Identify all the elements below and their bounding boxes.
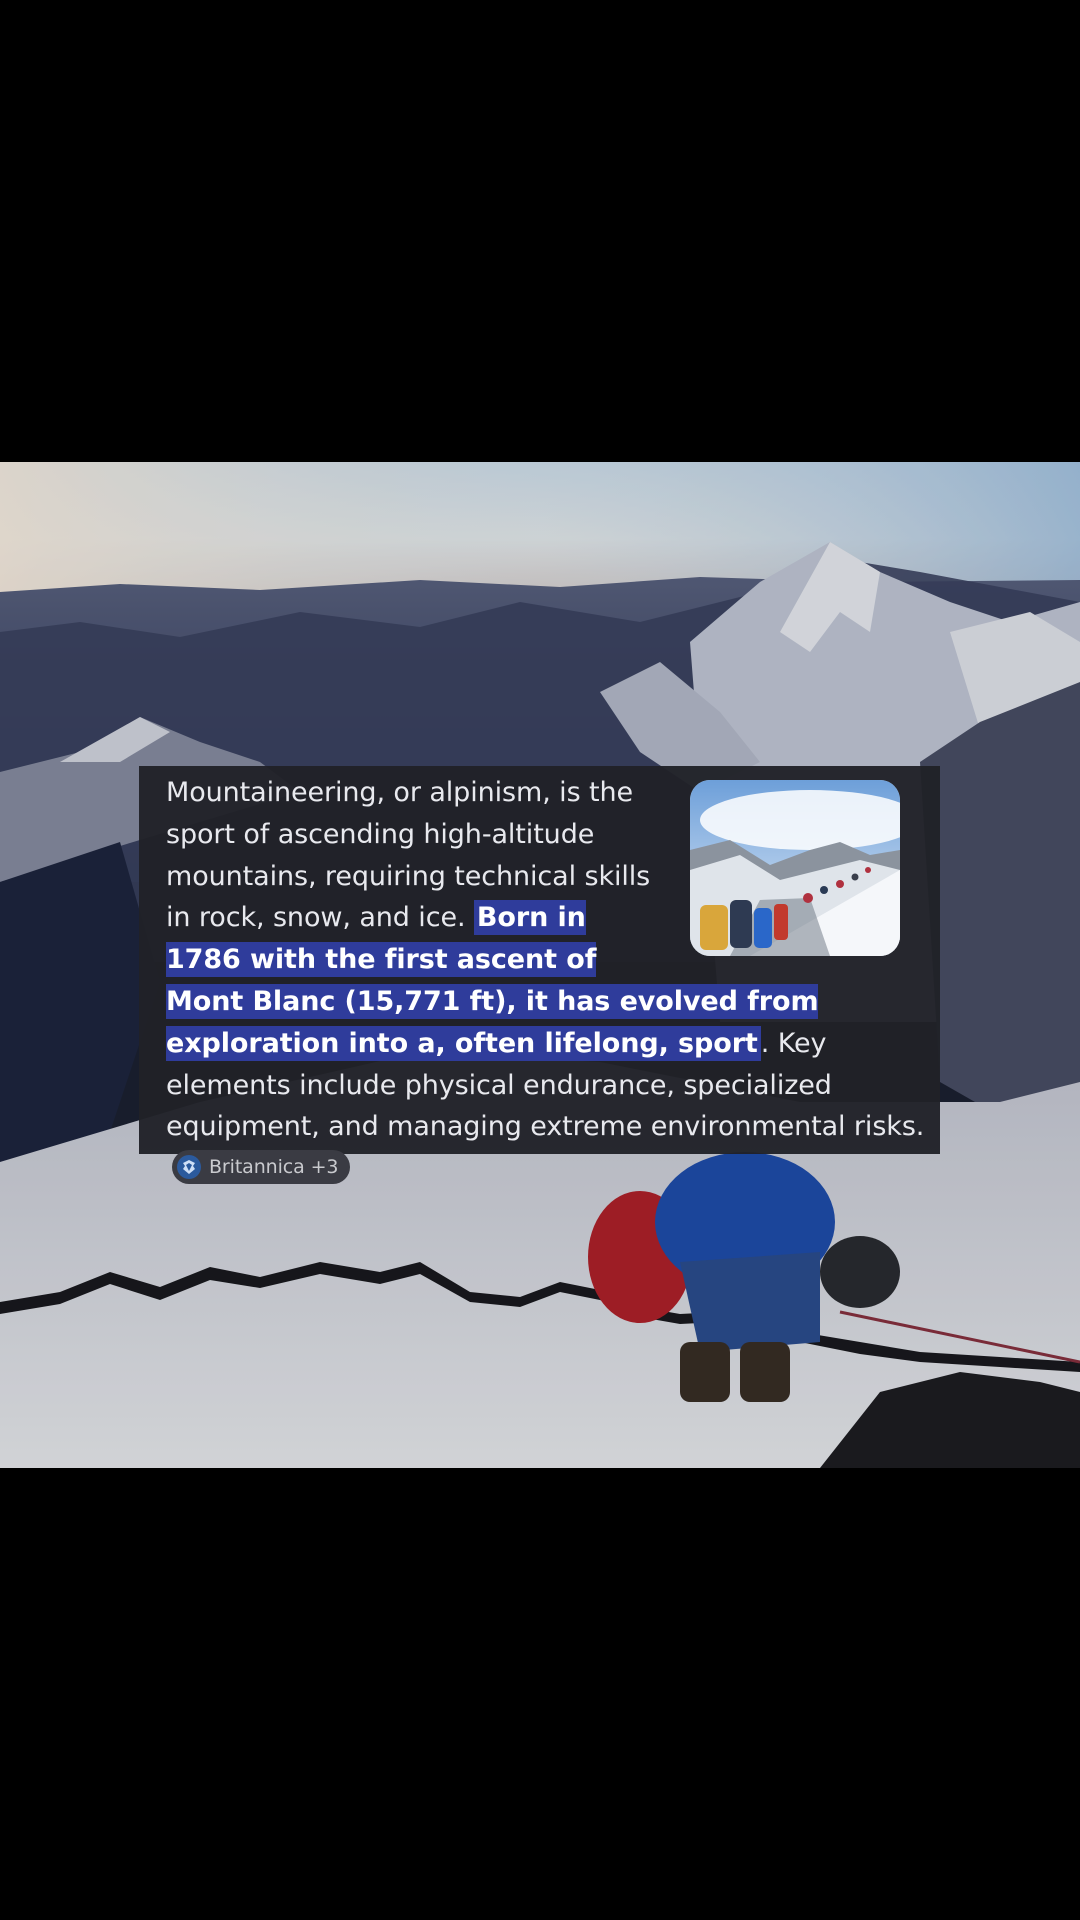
ai-overview-card: Mountaineering, or alpinism, is the spor… [139, 766, 940, 1184]
overview-paragraph: Mountaineering, or alpinism, is the spor… [166, 772, 926, 1190]
overview-thumbnail[interactable] [690, 780, 900, 956]
climbers-thumbnail-image [690, 780, 900, 956]
source-chip[interactable]: Britannica +3 [172, 1149, 351, 1184]
britannica-logo-icon [177, 1154, 201, 1179]
screen: Mountaineering, or alpinism, is the spor… [0, 0, 1080, 1920]
source-chip-label: Britannica +3 [209, 1155, 339, 1178]
